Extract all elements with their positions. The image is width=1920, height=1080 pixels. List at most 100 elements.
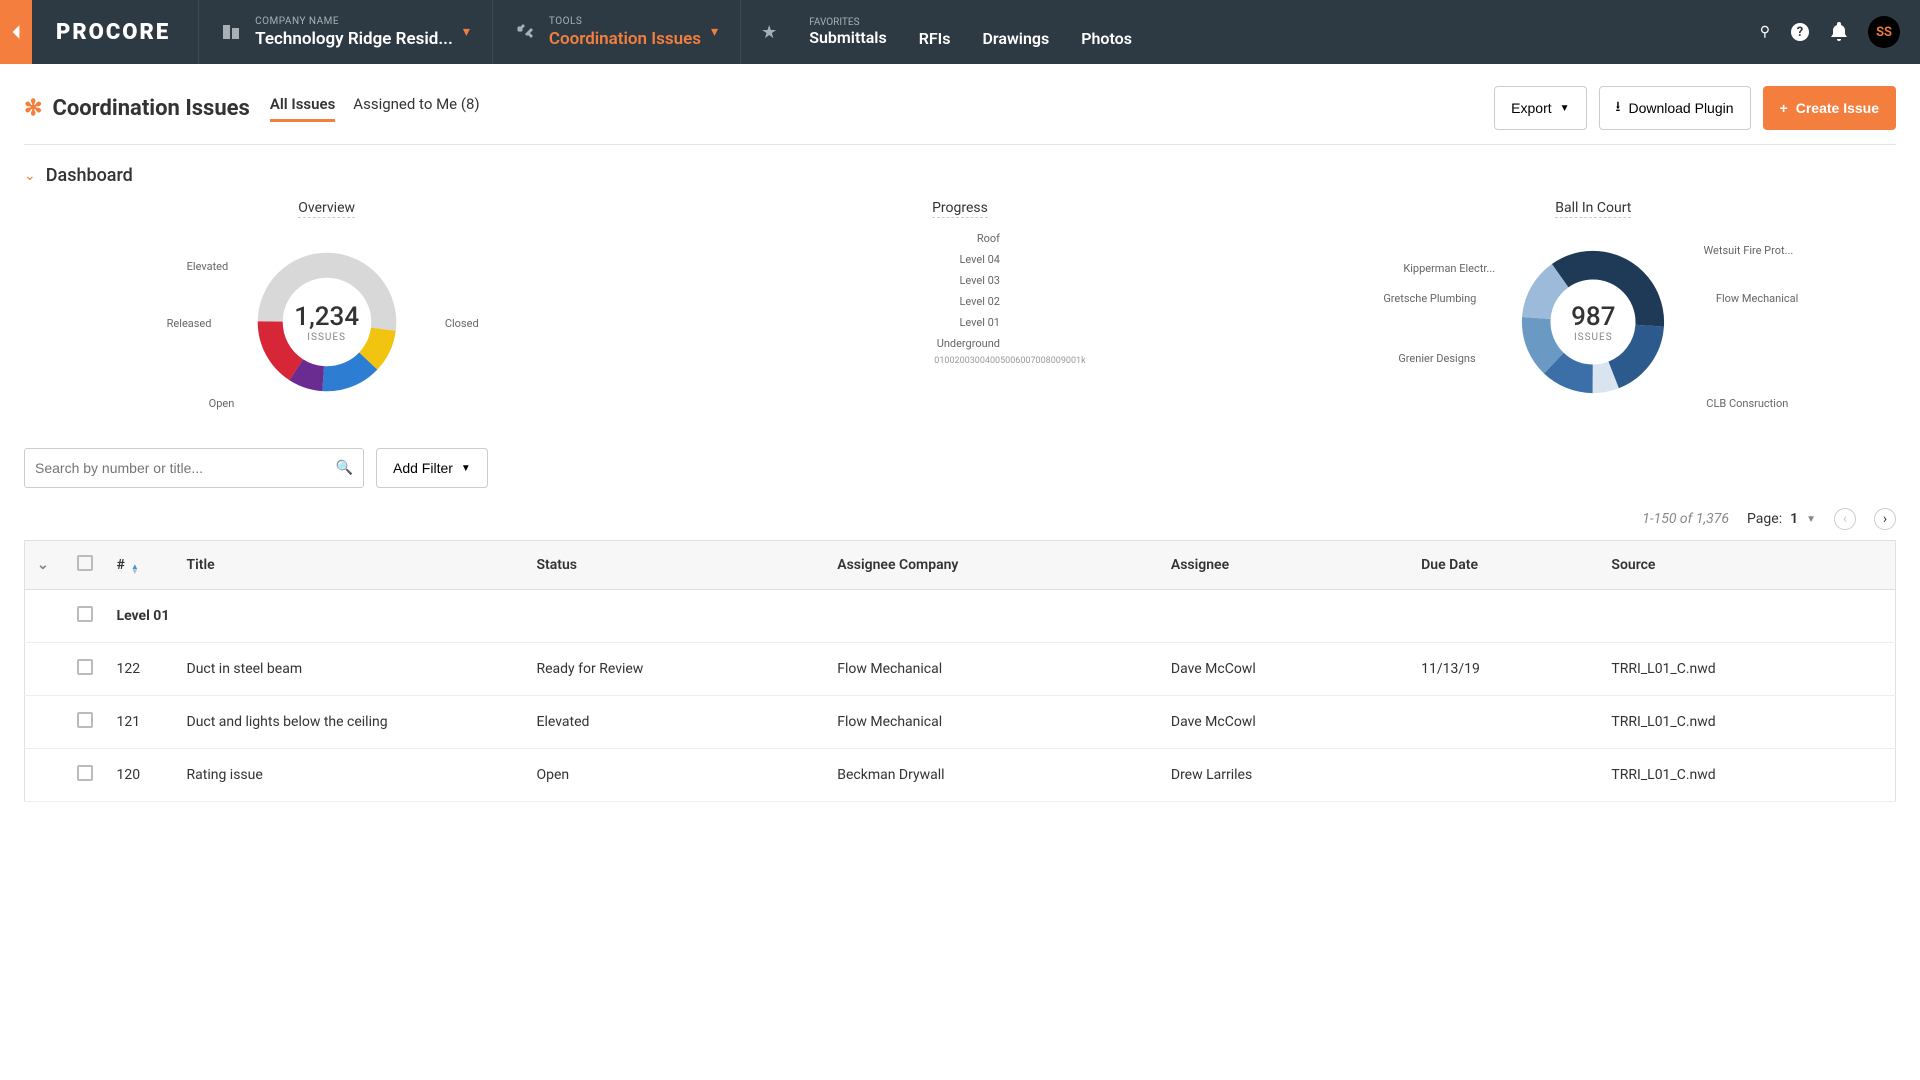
page-value[interactable]: 1 — [1790, 511, 1798, 527]
download-plugin-button[interactable]: ⭳Download Plugin — [1599, 86, 1751, 130]
search-input[interactable] — [35, 460, 336, 476]
bar-label: Underground — [910, 337, 1000, 350]
prev-page-button[interactable]: ‹ — [1834, 508, 1856, 530]
col-company[interactable]: Assignee Company — [825, 541, 1159, 590]
cell-source: TRRI_L01_C.nwd — [1599, 643, 1895, 696]
company-picker[interactable]: COMPANY NAME Technology Ridge Resid... ▾ — [198, 0, 492, 64]
group-row[interactable]: Level 01 — [25, 590, 1896, 643]
tab-assigned-to-me[interactable]: Assigned to Me (8) — [353, 95, 479, 122]
top-header: PROCORE COMPANY NAME Technology Ridge Re… — [0, 0, 1920, 64]
col-title[interactable]: Title — [175, 541, 525, 590]
cell-title: Duct in steel beam — [175, 643, 525, 696]
overview-chart: Overview 1,234 ISSUES Elevated Released … — [24, 200, 629, 412]
chart-title: Overview — [298, 200, 355, 218]
row-checkbox[interactable] — [77, 659, 93, 675]
dashboard-title: Dashboard — [46, 165, 133, 186]
cell-num: 121 — [105, 696, 175, 749]
svg-text:?: ? — [1797, 25, 1803, 40]
fav-submittals[interactable]: Submittals — [809, 28, 886, 47]
filter-bar: 🔍 Add Filter▼ — [24, 448, 1896, 488]
company-label: COMPANY NAME — [255, 16, 453, 27]
fav-photos[interactable]: Photos — [1081, 29, 1132, 48]
bar-label: Roof — [910, 232, 1000, 245]
tools-picker[interactable]: TOOLS Coordination Issues ▾ — [492, 0, 740, 64]
create-issue-button[interactable]: +Create Issue — [1763, 86, 1896, 130]
user-avatar[interactable]: SS — [1868, 16, 1900, 48]
cell-title: Duct and lights below the ceiling — [175, 696, 525, 749]
search-icon: 🔍 — [336, 460, 353, 476]
plug-icon[interactable]: ⚲ — [1760, 24, 1770, 40]
back-button[interactable] — [0, 0, 32, 64]
issues-table: ⌄ # ▲▼ Title Status Assignee Company Assi… — [24, 540, 1896, 802]
cell-source: TRRI_L01_C.nwd — [1599, 749, 1895, 802]
sort-icon[interactable]: ▲▼ — [131, 564, 139, 574]
row-checkbox[interactable] — [77, 712, 93, 728]
pager: 1-150 of 1,376 Page: 1 ▼ ‹ › — [24, 508, 1896, 530]
cell-num: 122 — [105, 643, 175, 696]
favorites-label: FAVORITES — [809, 17, 886, 28]
cell-due: 11/13/19 — [1409, 643, 1599, 696]
cell-status: Open — [525, 749, 826, 802]
chart-title: Progress — [932, 200, 988, 218]
bar-row: Level 03 — [910, 274, 1010, 287]
chevron-down-icon: ▼ — [461, 463, 471, 474]
table-row[interactable]: 120Rating issueOpenBeckman DrywallDrew L… — [25, 749, 1896, 802]
next-page-button[interactable]: › — [1874, 508, 1896, 530]
bar-row: Roof — [910, 232, 1010, 245]
bar-label: Level 02 — [910, 295, 1000, 308]
chevron-down-icon: ▼ — [1806, 514, 1816, 525]
wrench-icon — [515, 22, 535, 42]
header-right: ⚲ ? SS — [1740, 0, 1920, 64]
add-filter-button[interactable]: Add Filter▼ — [376, 448, 488, 488]
chevron-down-icon: ▼ — [1560, 103, 1570, 114]
page-label: Page: — [1747, 511, 1782, 527]
table-row[interactable]: 122Duct in steel beamReady for ReviewFlo… — [25, 643, 1896, 696]
bar-row: Underground — [910, 337, 1010, 350]
tab-all-issues[interactable]: All Issues — [270, 95, 335, 122]
page-header: ✻ Coordination Issues All Issues Assigne… — [24, 86, 1896, 145]
col-status[interactable]: Status — [525, 541, 826, 590]
help-icon[interactable]: ? — [1790, 22, 1810, 42]
search-field[interactable]: 🔍 — [24, 448, 364, 488]
cell-company: Beckman Drywall — [825, 749, 1159, 802]
table-row[interactable]: 121Duct and lights below the ceilingElev… — [25, 696, 1896, 749]
cell-due — [1409, 749, 1599, 802]
page-title: ✻ Coordination Issues — [24, 96, 250, 121]
chevron-down-icon: ▾ — [463, 24, 470, 40]
dashboard-toggle[interactable]: ⌄ Dashboard — [24, 165, 1896, 186]
col-assignee[interactable]: Assignee — [1159, 541, 1409, 590]
chart-title: Ball In Court — [1555, 200, 1631, 218]
tools-label: TOOLS — [549, 16, 701, 27]
bar-label: Level 03 — [910, 274, 1000, 287]
group-label: Level 01 — [105, 590, 1896, 643]
group-checkbox[interactable] — [77, 606, 93, 622]
bell-icon[interactable] — [1830, 22, 1848, 42]
dashboard: Overview 1,234 ISSUES Elevated Released … — [24, 200, 1896, 412]
fav-drawings[interactable]: Drawings — [982, 29, 1049, 48]
col-due[interactable]: Due Date — [1409, 541, 1599, 590]
bar-row: Level 04 — [910, 253, 1010, 266]
col-num[interactable]: # — [117, 557, 125, 573]
cell-num: 120 — [105, 749, 175, 802]
cell-assignee: Drew Larriles — [1159, 749, 1409, 802]
row-checkbox[interactable] — [77, 765, 93, 781]
export-button[interactable]: Export▼ — [1494, 86, 1586, 130]
fav-rfis[interactable]: RFIs — [919, 29, 951, 48]
cell-status: Elevated — [525, 696, 826, 749]
pager-count: 1-150 of 1,376 — [1642, 511, 1729, 527]
cell-source: TRRI_L01_C.nwd — [1599, 696, 1895, 749]
company-value: Technology Ridge Resid... — [255, 29, 453, 49]
chevron-down-icon: ⌄ — [24, 168, 36, 184]
bar-label: Level 01 — [910, 316, 1000, 329]
col-source[interactable]: Source — [1599, 541, 1895, 590]
bar-label: Level 04 — [910, 253, 1000, 266]
tools-value: Coordination Issues — [549, 29, 701, 49]
gear-icon: ✻ — [24, 96, 42, 121]
cell-title: Rating issue — [175, 749, 525, 802]
expand-all-icon[interactable]: ⌄ — [37, 557, 49, 573]
cell-company: Flow Mechanical — [825, 696, 1159, 749]
select-all-checkbox[interactable] — [77, 555, 93, 571]
building-icon — [221, 22, 241, 42]
cell-status: Ready for Review — [525, 643, 826, 696]
logo: PROCORE — [32, 0, 198, 64]
